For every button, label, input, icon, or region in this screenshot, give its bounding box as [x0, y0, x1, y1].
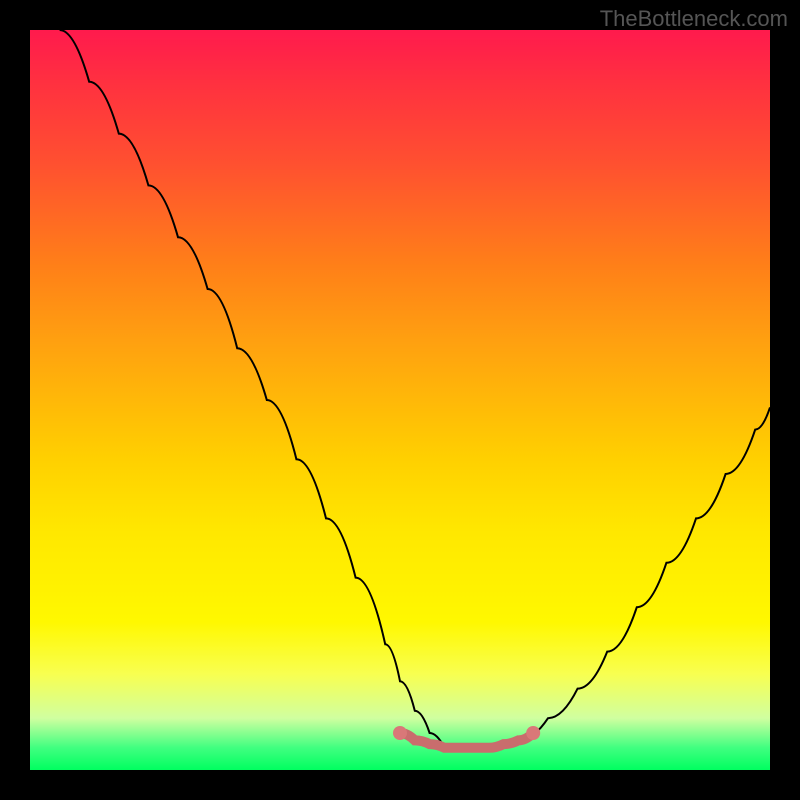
chart-svg: [30, 30, 770, 770]
optimal-band-line: [400, 733, 533, 748]
optimal-marker: [393, 726, 407, 740]
bottleneck-curve-line: [60, 30, 770, 752]
watermark-text: TheBottleneck.com: [600, 6, 788, 32]
optimal-marker: [526, 726, 540, 740]
chart-plot-area: [30, 30, 770, 770]
